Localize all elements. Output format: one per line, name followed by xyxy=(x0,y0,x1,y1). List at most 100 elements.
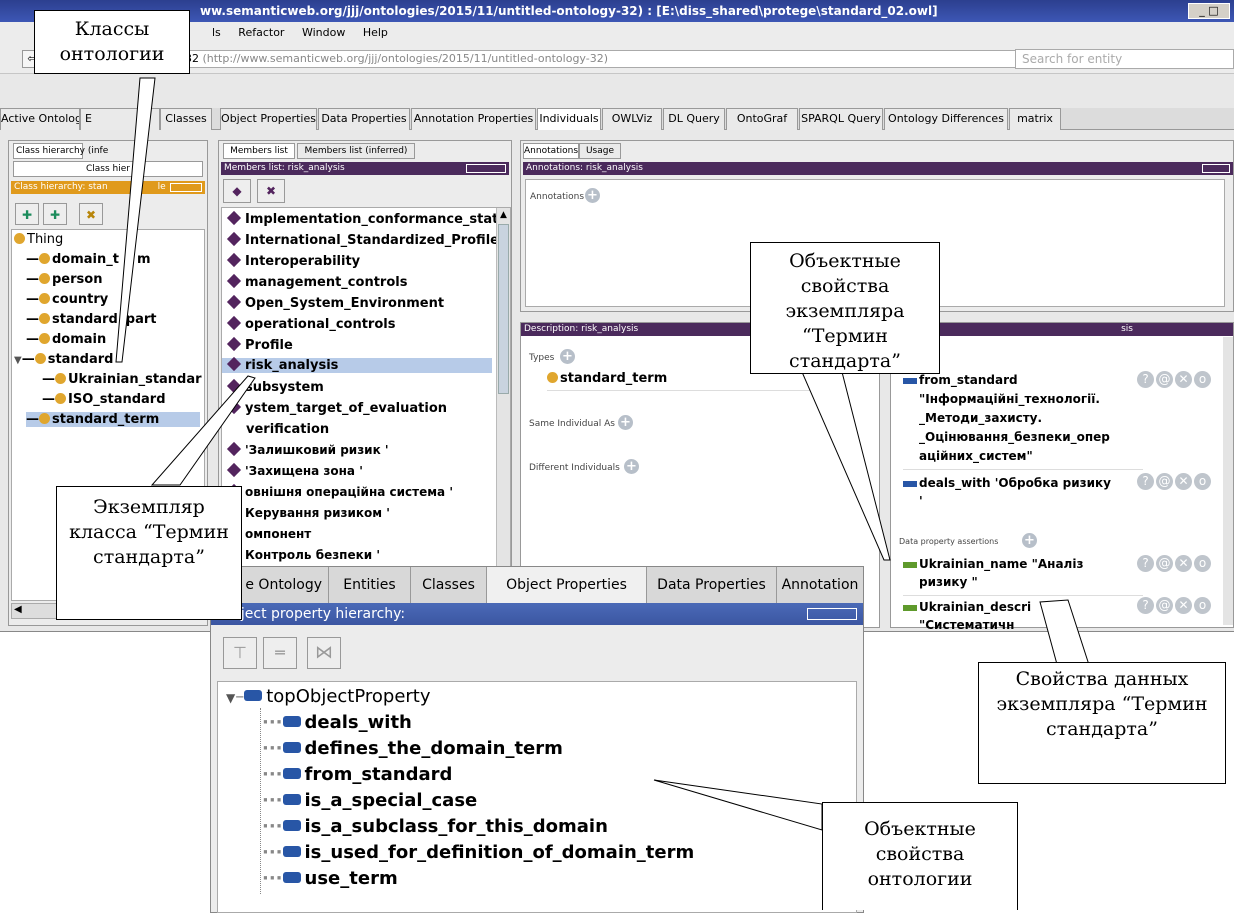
add-data-property-icon[interactable]: + xyxy=(1022,533,1037,548)
tab-entities[interactable]: E xyxy=(80,108,160,130)
tab-data-properties[interactable]: Data Properties xyxy=(318,108,410,130)
individual-item[interactable]: management_controls xyxy=(226,273,407,290)
property-is-a-subclass-for-this-domain[interactable]: ··· is_a_subclass_for_this_domain xyxy=(262,816,608,837)
individual-item[interactable]: Interoperability xyxy=(226,252,360,269)
tab-members-list[interactable]: Members list xyxy=(223,143,295,159)
scroll-up-icon[interactable]: ▲ xyxy=(498,210,509,221)
individual-item[interactable]: 'Залишковий ризик ' xyxy=(226,441,389,457)
add-annotation-icon[interactable]: + xyxy=(585,188,600,203)
type-standard-term[interactable]: standard_term xyxy=(547,371,847,391)
tab-owlviz[interactable]: OWLViz xyxy=(602,108,662,130)
search-input[interactable]: Search for entity xyxy=(1015,49,1234,69)
individual-item[interactable]: Керування ризиком ' xyxy=(226,504,390,520)
scrollbar-thumb[interactable] xyxy=(498,224,509,394)
individual-item[interactable]: 'Захищена зона ' xyxy=(226,462,363,478)
individual-item[interactable]: Контроль безпеки ' xyxy=(226,546,380,562)
delete-icon[interactable]: ✕ xyxy=(1175,555,1192,572)
tab-matrix[interactable]: matrix xyxy=(1009,108,1061,130)
class-iso-standard[interactable]: — ISO_standard xyxy=(42,392,166,407)
class-domain-term[interactable]: — domain_t m xyxy=(26,252,151,267)
individual-item-selected[interactable]: risk_analysis xyxy=(222,356,492,373)
tab-dl-query[interactable]: DL Query xyxy=(663,108,725,130)
object-property-deals-with[interactable]: deals_with 'Обробка ризику ' xyxy=(903,469,1143,510)
add-same-individual-icon[interactable]: + xyxy=(618,415,633,430)
menu-tools[interactable]: ls xyxy=(212,26,221,39)
tab-members-list-inferred[interactable]: Members list (inferred) xyxy=(297,143,415,159)
class-standard[interactable]: ▼— standard xyxy=(14,352,113,367)
data-property-ukrainian-name[interactable]: Ukrainian_name "Аналіз ризику " xyxy=(903,555,1143,591)
edit-icon[interactable]: o xyxy=(1194,597,1211,614)
delete-icon[interactable]: ✕ xyxy=(1175,597,1192,614)
edit-icon[interactable]: o xyxy=(1194,371,1211,388)
property-is-a-special-case[interactable]: ··· is_a_special_case xyxy=(262,790,477,811)
scroll-left-icon[interactable]: ◀ xyxy=(14,604,22,615)
class-ukrainian-standard[interactable]: — Ukrainian_standar xyxy=(42,372,202,387)
annotate-icon[interactable]: @ xyxy=(1156,597,1173,614)
add-sibling-icon[interactable]: ✚ xyxy=(43,203,67,225)
individual-item[interactable]: овнішня операційна система ' xyxy=(226,483,453,499)
property-top-object-property[interactable]: ▼– topObjectProperty xyxy=(226,686,431,707)
tab-annotations[interactable]: Annotations xyxy=(523,143,579,159)
annotate-icon[interactable]: @ xyxy=(1156,473,1173,490)
delete-individual-icon[interactable]: ✖ xyxy=(257,179,285,203)
annotate-icon[interactable]: @ xyxy=(1156,555,1173,572)
menu-help[interactable]: Help xyxy=(363,26,388,39)
tab-usage[interactable]: Usage xyxy=(579,143,621,159)
tab-classes[interactable]: Classes xyxy=(160,108,212,130)
tab-active-ontology[interactable]: Active Ontology xyxy=(0,108,80,130)
tab-object-properties[interactable]: Object Properties xyxy=(487,567,647,603)
tab-data-properties[interactable]: Data Properties xyxy=(647,567,777,603)
add-subclass-icon[interactable]: ✚ xyxy=(15,203,39,225)
property-from-standard[interactable]: ··· from_standard xyxy=(262,764,452,785)
class-domain[interactable]: — domain xyxy=(26,332,106,347)
delete-class-icon[interactable]: ✖ xyxy=(79,203,103,225)
tab-sparql-query[interactable]: SPARQL Query xyxy=(799,108,883,130)
tab-ontograf[interactable]: OntoGraf xyxy=(726,108,798,130)
class-standard-term[interactable]: — standard_term xyxy=(26,412,200,427)
expand-triangle-icon[interactable]: ▼ xyxy=(14,355,22,366)
view-controls-icon[interactable] xyxy=(170,183,202,192)
tab-annotation-properties[interactable]: Annotation xyxy=(777,567,863,603)
class-country[interactable]: — country xyxy=(26,292,108,307)
menu-refactor[interactable]: Refactor xyxy=(238,26,284,39)
individual-item[interactable]: verification xyxy=(246,422,329,437)
tab-object-properties[interactable]: Object Properties xyxy=(220,108,317,130)
property-scrollbar[interactable] xyxy=(1223,337,1233,625)
tab-entities[interactable]: Entities xyxy=(329,567,411,603)
class-thing[interactable]: Thing xyxy=(14,232,63,247)
tab-class-hierarchy[interactable]: Class hier xyxy=(13,161,203,177)
tab-class-hierarchy-inferred[interactable]: Class hierarchy (infe xyxy=(13,143,108,159)
view-controls-icon[interactable] xyxy=(807,608,857,620)
view-controls-icon[interactable] xyxy=(1202,164,1230,173)
members-scrollbar[interactable]: ▲ xyxy=(496,208,510,622)
explain-icon[interactable]: ? xyxy=(1137,371,1154,388)
explain-icon[interactable]: ? xyxy=(1137,597,1154,614)
view-controls-icon[interactable] xyxy=(466,164,506,173)
individual-item[interactable]: ystem_target_of_evaluation xyxy=(226,399,447,416)
property-defines-the-domain-term[interactable]: ··· defines_the_domain_term xyxy=(262,738,563,759)
tab-classes[interactable]: Classes xyxy=(411,567,487,603)
individual-item[interactable]: International_Standardized_Profile xyxy=(226,231,499,248)
expand-triangle-icon[interactable]: ▼ xyxy=(226,691,235,705)
add-type-icon[interactable]: + xyxy=(560,349,575,364)
edit-icon[interactable]: o xyxy=(1194,555,1211,572)
tab-individuals[interactable]: Individuals xyxy=(537,108,601,130)
object-property-from-standard[interactable]: from_standard "Інформаційні_технології. … xyxy=(903,371,1143,466)
annotate-icon[interactable]: @ xyxy=(1156,371,1173,388)
delete-icon[interactable]: ✕ xyxy=(1175,371,1192,388)
explain-icon[interactable]: ? xyxy=(1137,473,1154,490)
class-person[interactable]: — person xyxy=(26,272,102,287)
property-use-term[interactable]: ··· use_term xyxy=(262,868,398,889)
data-property-ukrainian-description[interactable]: Ukrainian_descri on "Систематичн xyxy=(903,595,1143,631)
add-individual-icon[interactable]: ◆ xyxy=(223,179,251,203)
window-controls[interactable]: _ □ xyxy=(1188,3,1230,19)
tab-ontology-differences[interactable]: Ontology Differences xyxy=(884,108,1008,130)
add-sibling-property-icon[interactable]: ═ xyxy=(263,637,297,669)
explain-icon[interactable]: ? xyxy=(1137,555,1154,572)
menu-window[interactable]: Window xyxy=(302,26,345,39)
property-deals-with[interactable]: ··· deals_with xyxy=(262,712,412,733)
individual-item[interactable]: Implementation_conformance_stat xyxy=(226,210,498,227)
class-standard-part[interactable]: — standard part xyxy=(26,312,157,327)
individual-item[interactable]: Open_System_Environment xyxy=(226,294,444,311)
individual-item[interactable]: subsystem xyxy=(226,378,324,395)
